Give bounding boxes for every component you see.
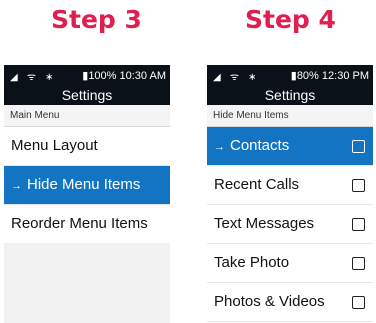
status-bar: ◢ ᯤ ∗ ▮80% 12:30 PM Settings: [207, 65, 373, 105]
phone-screen-step-3: ◢ ᯤ ∗ ▮100% 10:30 AM Settings Main Menu …: [4, 65, 170, 323]
checkbox[interactable]: [352, 257, 365, 270]
battery-indicator: ▮80%: [290, 70, 319, 82]
step-3-heading: Step 3: [51, 5, 142, 34]
step-4-heading: Step 4: [245, 5, 336, 34]
menu-item-label: Hide Menu Items: [27, 176, 141, 193]
battery-indicator: ▮100%: [82, 70, 117, 82]
menu-item-contacts[interactable]: → Contacts: [207, 127, 373, 166]
menu-item-reorder-menu-items[interactable]: Reorder Menu Items: [4, 205, 170, 244]
screen-title: Settings: [264, 87, 316, 103]
section-header: Main Menu: [4, 105, 170, 127]
clock-time: 12:30 PM: [321, 70, 369, 82]
checkbox[interactable]: [352, 140, 365, 153]
signal-wifi-bluetooth-icon: ◢ ᯤ ∗: [213, 72, 260, 83]
menu-item-take-photo[interactable]: Take Photo: [207, 244, 373, 283]
menu-item-label: Recent Calls: [214, 176, 300, 193]
status-right: ▮80% 12:30 PM: [291, 69, 369, 82]
menu-item-label: Text Messages: [214, 215, 315, 232]
menu-item-hide-menu-items[interactable]: → Hide Menu Items: [4, 166, 170, 205]
status-right: ▮100% 10:30 AM: [82, 69, 166, 82]
menu-item-menu-layout[interactable]: Menu Layout: [4, 127, 170, 166]
menu-item-text-messages[interactable]: Text Messages: [207, 205, 373, 244]
menu-item-recent-calls[interactable]: Recent Calls: [207, 166, 373, 205]
menu-item-photos-videos[interactable]: Photos & Videos: [207, 283, 373, 322]
section-header: Hide Menu Items: [207, 105, 373, 127]
menu-item-label: Take Photo: [214, 254, 290, 271]
checkbox[interactable]: [352, 218, 365, 231]
menu-item-label: Reorder Menu Items: [11, 215, 148, 232]
menu-item-label: Contacts: [230, 137, 290, 154]
arrow-right-icon: →: [214, 141, 225, 153]
status-bar: ◢ ᯤ ∗ ▮100% 10:30 AM Settings: [4, 65, 170, 105]
checkbox[interactable]: [352, 179, 365, 192]
clock-time: 10:30 AM: [119, 70, 166, 82]
arrow-right-icon: →: [11, 180, 22, 192]
menu-item-label: Menu Layout: [11, 137, 98, 154]
screen-title: Settings: [61, 87, 113, 103]
phone-screen-step-4: ◢ ᯤ ∗ ▮80% 12:30 PM Settings Hide Menu I…: [207, 65, 373, 323]
checkbox[interactable]: [352, 296, 365, 309]
empty-area: [4, 243, 170, 323]
menu-item-label: Photos & Videos: [214, 293, 325, 310]
signal-wifi-bluetooth-icon: ◢ ᯤ ∗: [10, 72, 57, 83]
